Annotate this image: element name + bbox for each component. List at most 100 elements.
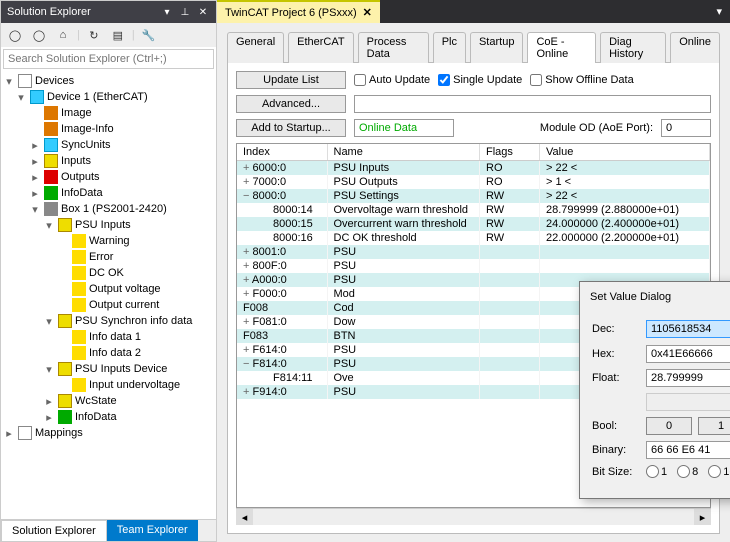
property-tab[interactable]: General bbox=[227, 32, 284, 63]
expand-icon[interactable]: ▸ bbox=[3, 427, 15, 440]
single-update-checkbox[interactable]: Single Update bbox=[438, 74, 522, 86]
tree-item[interactable]: ▸Mappings bbox=[1, 425, 216, 441]
tree-item[interactable]: ▸InfoData bbox=[1, 185, 216, 201]
close-panel-icon[interactable]: ✕ bbox=[196, 5, 210, 19]
table-row[interactable]: + 7000:0PSU OutputsRO> 1 < bbox=[237, 175, 710, 189]
tree-item[interactable]: DC OK bbox=[1, 265, 216, 281]
expand-icon[interactable]: + bbox=[243, 162, 249, 174]
expand-icon[interactable]: ▾ bbox=[43, 315, 55, 328]
property-tab[interactable]: EtherCAT bbox=[288, 32, 353, 63]
column-header[interactable]: Index bbox=[237, 144, 327, 161]
expand-icon[interactable]: ▸ bbox=[29, 139, 41, 152]
expand-icon[interactable]: + bbox=[243, 288, 249, 300]
tab-solution-explorer[interactable]: Solution Explorer bbox=[1, 520, 107, 541]
tab-overflow-icon[interactable]: ▾ bbox=[708, 1, 730, 22]
online-data-field[interactable]: Online Data bbox=[354, 119, 454, 137]
properties-icon[interactable]: 🔧 bbox=[139, 25, 159, 45]
document-tab[interactable]: TwinCAT Project 6 (PSxxx) ✕ bbox=[217, 0, 380, 23]
scroll-right-icon[interactable]: ▸ bbox=[694, 509, 711, 525]
tree-item[interactable]: ▾PSU Inputs Device bbox=[1, 361, 216, 377]
tree-item[interactable]: Info data 1 bbox=[1, 329, 216, 345]
expand-icon[interactable]: + bbox=[243, 176, 249, 188]
tree-item[interactable]: Output current bbox=[1, 297, 216, 313]
fwd-icon[interactable]: ◯ bbox=[29, 25, 49, 45]
column-header[interactable]: Value bbox=[540, 144, 710, 161]
table-row[interactable]: 8000:14Overvoltage warn thresholdRW28.79… bbox=[237, 203, 710, 217]
show-offline-checkbox[interactable]: Show Offline Data bbox=[530, 74, 633, 86]
tree-item[interactable]: Warning bbox=[1, 233, 216, 249]
expand-icon[interactable]: + bbox=[243, 386, 249, 398]
column-header[interactable]: Flags bbox=[480, 144, 540, 161]
expand-icon[interactable]: + bbox=[243, 344, 249, 356]
tree-item[interactable]: ▾Device 1 (EtherCAT) bbox=[1, 89, 216, 105]
property-tab[interactable]: Process Data bbox=[358, 32, 429, 63]
table-row[interactable]: + 8001:0PSU bbox=[237, 245, 710, 259]
expand-icon[interactable]: ▸ bbox=[29, 187, 41, 200]
expand-icon[interactable]: + bbox=[243, 316, 249, 328]
expand-icon[interactable]: ▸ bbox=[43, 395, 55, 408]
pin-icon[interactable]: ⊥ bbox=[178, 5, 192, 19]
dialog-titlebar[interactable]: Set Value Dialog ✕ bbox=[580, 282, 730, 311]
bool-0-button[interactable]: 0 bbox=[646, 417, 692, 435]
tab-team-explorer[interactable]: Team Explorer bbox=[107, 520, 198, 541]
tree-item[interactable]: Input undervoltage bbox=[1, 377, 216, 393]
table-row[interactable]: 8000:15Overcurrent warn thresholdRW24.00… bbox=[237, 217, 710, 231]
expand-icon[interactable]: ▾ bbox=[43, 363, 55, 376]
tree-item[interactable]: ▸InfoData bbox=[1, 409, 216, 425]
refresh-icon[interactable]: ↻ bbox=[84, 25, 104, 45]
property-tab[interactable]: Startup bbox=[470, 32, 523, 63]
property-tab[interactable]: Online bbox=[670, 32, 720, 63]
expand-icon[interactable]: + bbox=[243, 260, 249, 272]
expand-icon[interactable]: + bbox=[243, 246, 249, 258]
expand-icon[interactable]: ▸ bbox=[43, 411, 55, 424]
tree-item[interactable]: ▸Outputs bbox=[1, 169, 216, 185]
tree-item[interactable]: ▾PSU Inputs bbox=[1, 217, 216, 233]
scroll-left-icon[interactable]: ◂ bbox=[236, 509, 253, 525]
advanced-button[interactable]: Advanced... bbox=[236, 95, 346, 113]
expand-icon[interactable]: ▸ bbox=[29, 155, 41, 168]
tree-item[interactable]: Output voltage bbox=[1, 281, 216, 297]
table-row[interactable]: 8000:16DC OK thresholdRW22.000000 (2.200… bbox=[237, 231, 710, 245]
tree-item[interactable]: Image-Info bbox=[1, 121, 216, 137]
tree-item[interactable]: ▾PSU Synchron info data bbox=[1, 313, 216, 329]
table-row[interactable]: + 6000:0PSU InputsRO> 22 < bbox=[237, 161, 710, 176]
expand-icon[interactable]: ▾ bbox=[15, 91, 27, 104]
auto-update-checkbox[interactable]: Auto Update bbox=[354, 74, 430, 86]
expand-icon[interactable]: ▾ bbox=[43, 219, 55, 232]
expand-icon[interactable]: + bbox=[243, 274, 249, 286]
expand-icon[interactable]: − bbox=[243, 358, 249, 370]
dec-input[interactable] bbox=[646, 320, 730, 338]
tree-item[interactable]: ▸WcState bbox=[1, 393, 216, 409]
hex-input[interactable] bbox=[646, 345, 730, 363]
collapse-icon[interactable]: ▤ bbox=[108, 25, 128, 45]
add-to-startup-button[interactable]: Add to Startup... bbox=[236, 119, 346, 137]
expand-icon[interactable]: ▸ bbox=[29, 171, 41, 184]
binary-input[interactable] bbox=[646, 441, 730, 459]
bitsize-radio[interactable]: 8 bbox=[677, 465, 698, 478]
tree-item[interactable]: ▾Box 1 (PS2001-2420) bbox=[1, 201, 216, 217]
module-od-input[interactable] bbox=[661, 119, 711, 137]
bitsize-radio[interactable]: 1 bbox=[646, 465, 667, 478]
tree-item[interactable]: Image bbox=[1, 105, 216, 121]
dropdown-icon[interactable]: ▾ bbox=[160, 5, 174, 19]
tree-item[interactable]: Error bbox=[1, 249, 216, 265]
table-row[interactable]: + 800F:0PSU bbox=[237, 259, 710, 273]
horizontal-scrollbar[interactable]: ◂ ▸ bbox=[236, 508, 711, 525]
float-input[interactable] bbox=[646, 369, 730, 387]
back-icon[interactable]: ◯ bbox=[5, 25, 25, 45]
solution-tree[interactable]: ▾Devices▾Device 1 (EtherCAT)ImageImage-I… bbox=[1, 71, 216, 519]
expand-icon[interactable]: ▾ bbox=[3, 75, 15, 88]
solution-search-input[interactable] bbox=[3, 49, 214, 69]
table-row[interactable]: − 8000:0PSU SettingsRW> 22 < bbox=[237, 189, 710, 203]
bool-1-button[interactable]: 1 bbox=[698, 417, 730, 435]
tree-item[interactable]: Info data 2 bbox=[1, 345, 216, 361]
property-tab[interactable]: Plc bbox=[433, 32, 466, 63]
advanced-input[interactable] bbox=[354, 95, 711, 113]
tree-item[interactable]: ▸SyncUnits bbox=[1, 137, 216, 153]
column-header[interactable]: Name bbox=[327, 144, 480, 161]
tree-item[interactable]: ▾Devices bbox=[1, 73, 216, 89]
expand-icon[interactable]: ▾ bbox=[29, 203, 41, 216]
property-tab[interactable]: Diag History bbox=[600, 32, 666, 63]
tree-item[interactable]: ▸Inputs bbox=[1, 153, 216, 169]
update-list-button[interactable]: Update List bbox=[236, 71, 346, 89]
